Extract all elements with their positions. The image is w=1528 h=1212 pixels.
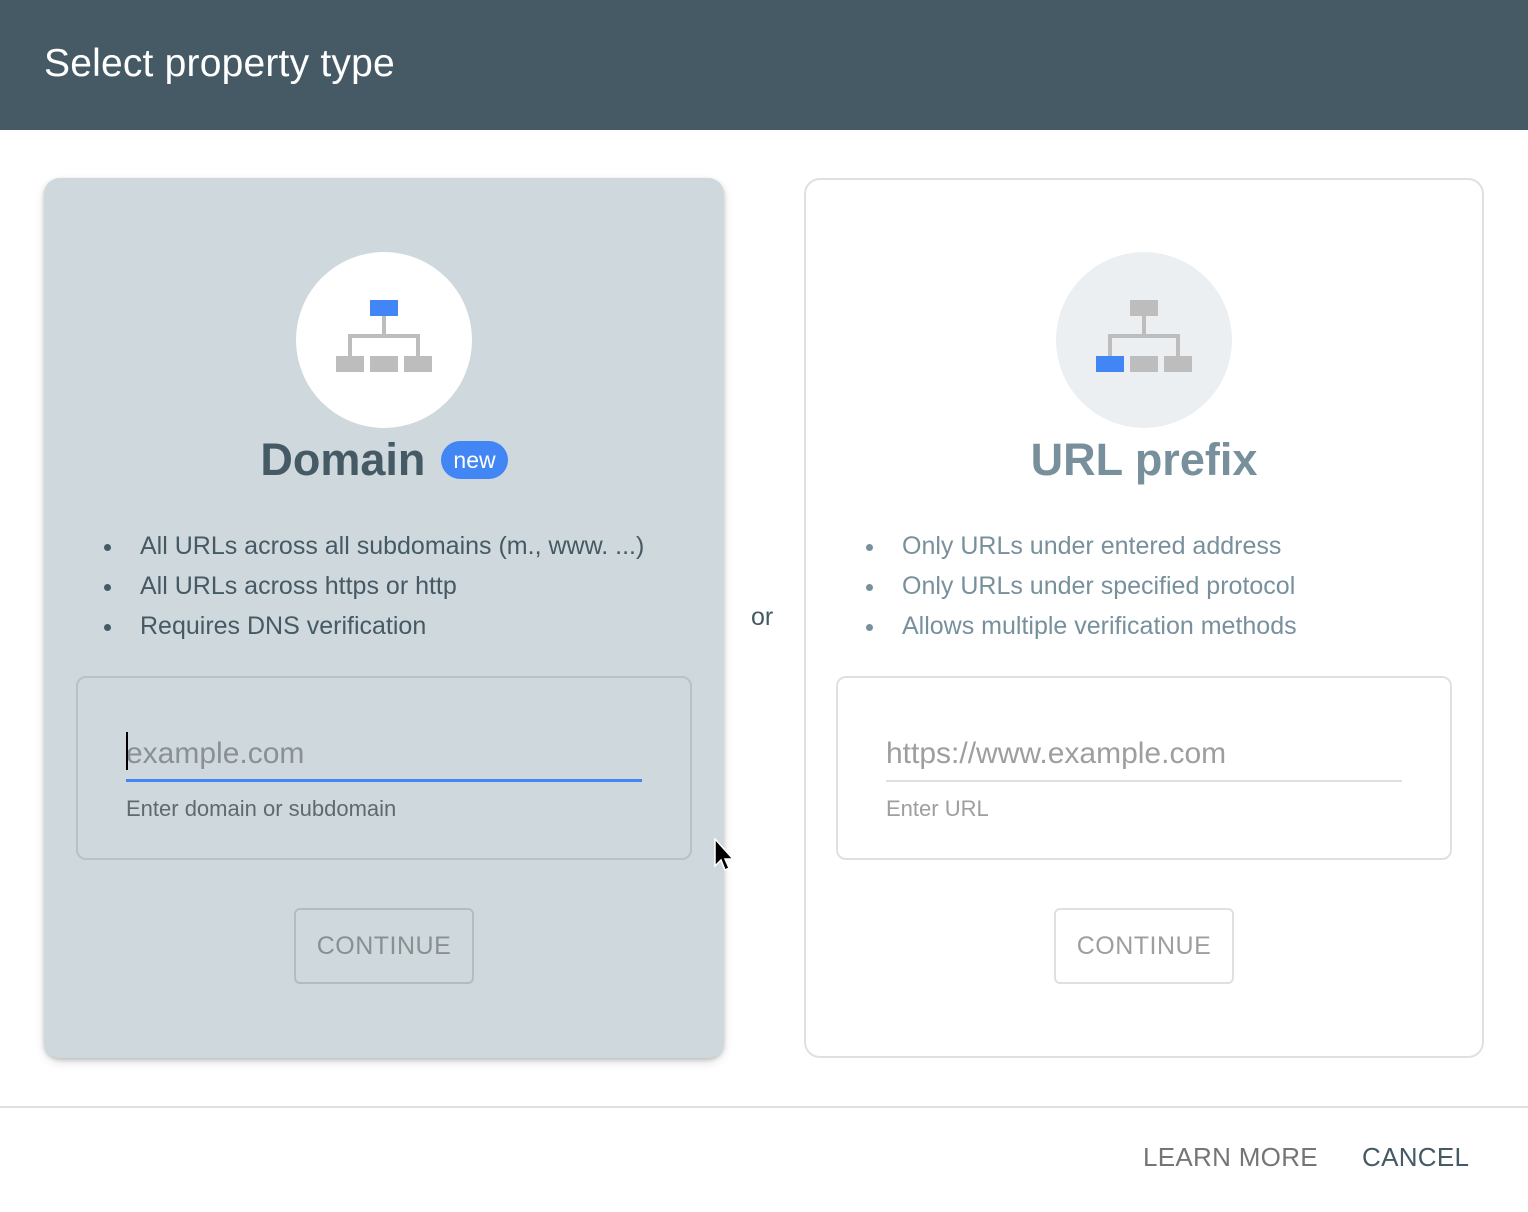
url-prefix-option-card[interactable]: URL prefix Only URLs under entered addre… bbox=[804, 178, 1484, 1058]
domain-input[interactable] bbox=[126, 728, 642, 782]
url-prefix-title-row: URL prefix bbox=[806, 434, 1482, 486]
sitemap-icon bbox=[336, 300, 432, 372]
new-badge: new bbox=[441, 441, 508, 479]
list-item: Only URLs under entered address bbox=[864, 526, 1297, 566]
domain-input-container: Enter domain or subdomain bbox=[76, 676, 692, 860]
mouse-cursor-icon bbox=[714, 838, 735, 872]
url-prefix-icon-circle bbox=[1056, 252, 1232, 428]
url-input-helper: Enter URL bbox=[886, 796, 989, 821]
list-item: Requires DNS verification bbox=[102, 606, 644, 646]
dialog-header: Select property type bbox=[0, 0, 1528, 130]
domain-title: Domain bbox=[260, 434, 426, 485]
url-prefix-continue-button[interactable]: CONTINUE bbox=[1054, 908, 1234, 984]
or-separator: or bbox=[751, 603, 774, 631]
domain-features-list: All URLs across all subdomains (m., www.… bbox=[102, 526, 644, 646]
footer-divider bbox=[0, 1106, 1528, 1108]
list-item: Only URLs under specified protocol bbox=[864, 566, 1297, 606]
learn-more-button[interactable]: LEARN MORE bbox=[1143, 1142, 1318, 1173]
url-input[interactable] bbox=[886, 728, 1402, 782]
domain-option-card[interactable]: Domain new All URLs across all subdomain… bbox=[44, 178, 724, 1058]
domain-input-helper: Enter domain or subdomain bbox=[126, 796, 397, 821]
cancel-button[interactable]: CANCEL bbox=[1362, 1142, 1469, 1173]
domain-continue-button[interactable]: CONTINUE bbox=[294, 908, 474, 984]
url-prefix-features-list: Only URLs under entered address Only URL… bbox=[864, 526, 1297, 646]
domain-title-row: Domain new bbox=[44, 434, 724, 486]
list-item: Allows multiple verification methods bbox=[864, 606, 1297, 646]
url-input-container: Enter URL bbox=[836, 676, 1452, 860]
text-caret bbox=[126, 732, 128, 770]
dialog-title: Select property type bbox=[44, 42, 395, 85]
url-prefix-title: URL prefix bbox=[1030, 434, 1258, 485]
domain-icon-circle bbox=[296, 252, 472, 428]
list-item: All URLs across all subdomains (m., www.… bbox=[102, 526, 644, 566]
sitemap-icon bbox=[1096, 300, 1192, 372]
list-item: All URLs across https or http bbox=[102, 566, 644, 606]
